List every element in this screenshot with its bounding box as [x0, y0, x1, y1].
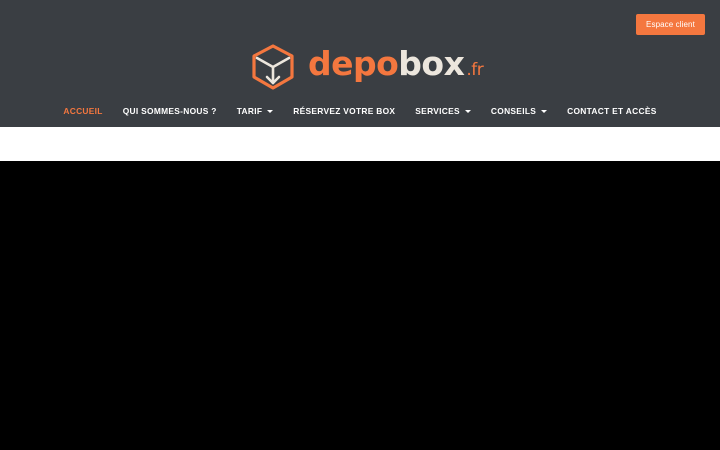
nav-item-tarif[interactable]: TARIF — [227, 100, 284, 122]
nav-item-label: CONSEILS — [490, 106, 537, 116]
logo-wordmark: depo box .fr — [308, 44, 484, 90]
client-area-button[interactable]: Espace client — [636, 14, 705, 35]
nav-item-label: QUI SOMMES-NOUS ? — [122, 106, 217, 116]
nav-item-label: ACCUEIL — [63, 106, 103, 116]
white-band — [0, 127, 720, 161]
nav-item-label: SERVICES — [415, 106, 460, 116]
nav-item-services[interactable]: SERVICES — [405, 100, 481, 122]
nav-item-label: CONTACT ET ACCÈS — [567, 106, 657, 116]
main-nav: ACCUEIL QUI SOMMES-NOUS ? TARIF RÉSERVEZ… — [0, 100, 720, 122]
box-arrow-icon — [252, 44, 294, 90]
nav-item-conseils[interactable]: CONSEILS — [481, 100, 557, 122]
nav-item-label: TARIF — [236, 106, 263, 116]
logo-text-depo: depo — [308, 44, 399, 83]
site-logo[interactable]: depo box .fr — [250, 43, 484, 91]
nav-item-accueil[interactable]: ACCUEIL — [53, 100, 112, 122]
chevron-down-icon — [267, 109, 274, 113]
site-header: Espace client depo box .fr ACCUEIL QUI S… — [0, 0, 720, 127]
nav-item-label: RÉSERVEZ VOTRE BOX — [293, 106, 396, 116]
nav-item-contact-et-acces[interactable]: CONTACT ET ACCÈS — [557, 100, 666, 122]
nav-item-reservez-votre-box[interactable]: RÉSERVEZ VOTRE BOX — [283, 100, 405, 122]
hero-section — [0, 161, 720, 450]
chevron-down-icon — [464, 109, 471, 113]
logo-text-tld: .fr — [466, 60, 484, 80]
nav-item-qui-sommes-nous[interactable]: QUI SOMMES-NOUS ? — [113, 100, 227, 122]
logo-text-box: box — [398, 44, 465, 83]
chevron-down-icon — [541, 109, 548, 113]
